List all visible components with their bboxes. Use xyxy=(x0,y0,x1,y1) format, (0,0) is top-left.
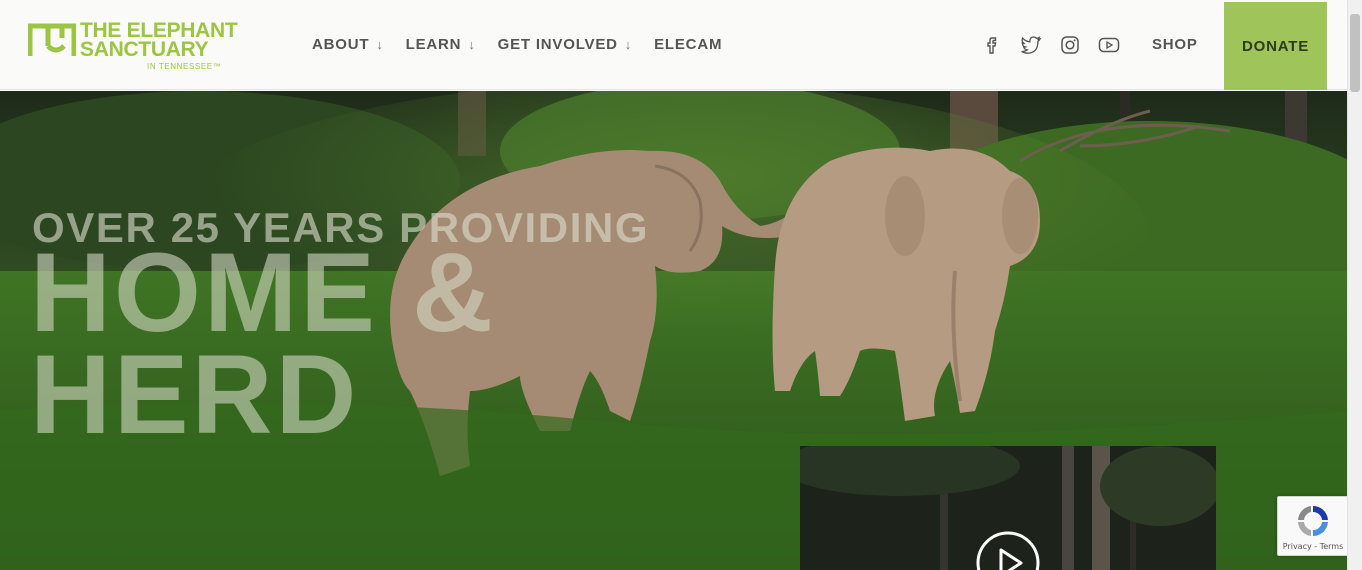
chevron-down-icon: ↓ xyxy=(376,37,384,52)
play-icon[interactable] xyxy=(975,530,1041,570)
scrollbar-thumb[interactable] xyxy=(1350,14,1360,92)
shop-link[interactable]: SHOP xyxy=(1152,36,1198,53)
facebook-icon[interactable] xyxy=(980,33,1004,57)
site-header: THE ELEPHANT SANCTUARY IN TENNESSEE™ ABO… xyxy=(0,0,1347,90)
social-links xyxy=(980,33,1136,57)
site-logo[interactable]: THE ELEPHANT SANCTUARY IN TENNESSEE™ xyxy=(28,20,250,72)
logo-line-3: IN TENNESSEE™ xyxy=(147,62,222,71)
logo-line-2: SANCTUARY xyxy=(80,38,209,61)
nav-about-label: ABOUT xyxy=(312,36,370,53)
nav-elecam[interactable]: ELECAM xyxy=(654,36,722,53)
nav-learn-label: LEARN xyxy=(405,36,462,53)
hero-video-thumbnail[interactable] xyxy=(800,446,1216,570)
youtube-icon[interactable] xyxy=(1097,33,1121,57)
instagram-icon[interactable] xyxy=(1058,33,1082,57)
recaptcha-badge[interactable]: Privacy - Terms xyxy=(1277,496,1347,556)
recaptcha-icon xyxy=(1298,505,1328,537)
nav-elecam-label: ELECAM xyxy=(654,36,723,53)
elephant-logo-icon xyxy=(28,23,76,56)
chevron-down-icon: ↓ xyxy=(624,37,633,52)
chevron-down-icon: ↓ xyxy=(468,37,476,52)
nav-get-involved[interactable]: GET INVOLVED ↓ xyxy=(498,36,632,53)
donate-button[interactable]: DONATE xyxy=(1224,2,1327,90)
hero-section: OVER 25 YEARS PROVIDING HOME & HERD xyxy=(0,91,1347,570)
page-scrollbar[interactable] xyxy=(1347,0,1362,570)
main-nav: ABOUT ↓ LEARN ↓ GET INVOLVED ↓ ELECAM xyxy=(312,36,744,53)
nav-get-involved-label: GET INVOLVED xyxy=(497,36,618,53)
nav-about[interactable]: ABOUT ↓ xyxy=(312,36,384,53)
twitter-icon[interactable] xyxy=(1019,33,1043,57)
hero-headline: HOME & HERD xyxy=(30,230,496,457)
recaptcha-links[interactable]: Privacy - Terms xyxy=(1278,542,1348,551)
nav-learn[interactable]: LEARN ↓ xyxy=(406,36,476,53)
hero-headline-line-1: HOME & xyxy=(30,230,496,355)
hero-headline-line-2: HERD xyxy=(30,332,360,457)
